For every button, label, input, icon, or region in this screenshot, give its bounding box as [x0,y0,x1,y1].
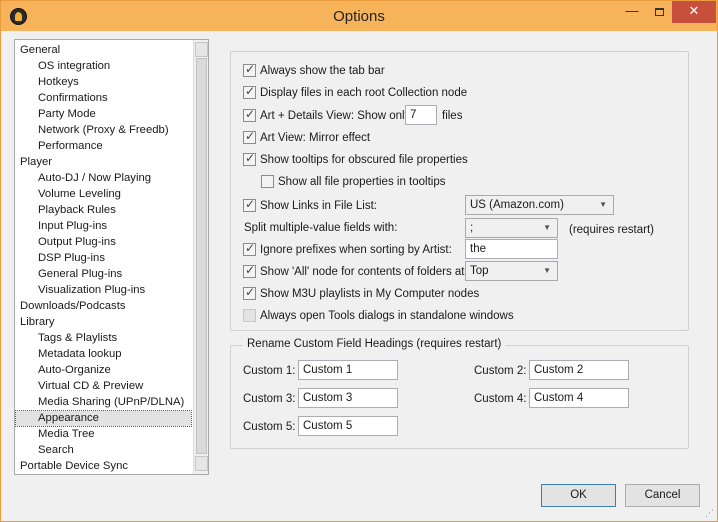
tree-item[interactable]: Network (Proxy & Freedb) [38,123,169,138]
tooltips-checkbox[interactable] [243,151,256,166]
all-node-value: Top [470,265,489,277]
tab-bar-checkbox[interactable] [243,62,256,77]
mirror-effect-checkbox[interactable] [243,129,256,144]
all-properties-checkbox[interactable] [261,175,274,188]
root-files-label: Display files in each root Collection no… [260,87,468,99]
art-details-count-input[interactable]: 7 [405,105,437,125]
custom-4-input[interactable]: Custom 4 [529,388,629,408]
title-bar[interactable]: Options — ✕ [1,1,717,31]
tree-item[interactable]: Portable Device Sync [20,459,128,474]
ok-button[interactable]: OK [541,484,616,507]
art-details-suffix: files [442,110,463,122]
links-label: Show Links in File List: [260,200,377,212]
all-node-dropdown[interactable]: Top ▼ [465,261,558,281]
chevron-down-icon: ▼ [543,223,551,232]
ignore-prefixes-label: Ignore prefixes when sorting by Artist: [260,244,452,256]
maximize-icon [654,7,664,16]
custom-3-label: Custom 3: [243,393,296,405]
tree-item[interactable]: Playback Rules [38,203,116,218]
rename-group-legend: Rename Custom Field Headings (requires r… [243,338,506,350]
scroll-down-button[interactable] [195,456,208,471]
tree-item[interactable]: General Plug-ins [38,267,122,282]
tree-item[interactable]: Downloads/Podcasts [20,299,126,314]
tree-item[interactable]: Hotkeys [38,75,79,90]
custom-1-label: Custom 1: [243,365,296,377]
tree-item[interactable]: General [20,43,60,58]
split-fields-note: (requires restart) [569,224,654,236]
tooltips-label: Show tooltips for obscured file properti… [260,154,468,166]
tree-item[interactable]: Confirmations [38,91,108,106]
tree-item[interactable]: Player [20,155,52,170]
close-button[interactable]: ✕ [672,1,716,23]
options-window: Options — ✕ General OS integration Hotkeys… [0,0,718,522]
tools-dialogs-checkbox[interactable] [243,309,256,322]
custom-5-input[interactable]: Custom 5 [298,416,398,436]
scroll-thumb[interactable] [196,58,207,454]
ignore-prefixes-input[interactable]: the [465,239,558,259]
tools-dialogs-label: Always open Tools dialogs in standalone … [260,310,514,322]
tree-item[interactable]: Media Sharing (UPnP/DLNA) [38,395,184,410]
art-details-checkbox[interactable] [243,107,256,122]
options-tree[interactable]: General OS integration Hotkeys Confirmation… [14,39,209,475]
tab-bar-label: Always show the tab bar [260,65,385,77]
split-fields-value: ; [470,222,474,234]
tree-item[interactable]: Input Plug-ins [38,219,107,234]
tree-item[interactable]: Performance [38,139,103,154]
all-properties-label: Show all file properties in tooltips [278,176,446,188]
tree-scrollbar[interactable] [193,40,208,474]
custom-3-input[interactable]: Custom 3 [298,388,398,408]
scroll-up-button[interactable] [195,42,208,57]
custom-4-label: Custom 4: [474,393,527,405]
tree-item[interactable]: Visualization Plug-ins [38,283,145,298]
tree-item[interactable]: Library [20,315,55,330]
root-files-checkbox[interactable] [243,84,256,99]
mirror-effect-label: Art View: Mirror effect [260,132,371,144]
custom-1-input[interactable]: Custom 1 [298,360,398,380]
tree-item[interactable]: Search [38,443,74,458]
split-fields-dropdown[interactable]: ; ▼ [465,218,558,238]
tree-item[interactable]: Volume Leveling [38,187,121,202]
tree-item[interactable]: OS integration [38,59,110,74]
tree-item[interactable]: Output Plug-ins [38,235,116,250]
tree-item[interactable]: Party Mode [38,107,96,122]
window-title: Options [333,8,385,25]
ignore-prefixes-checkbox[interactable] [243,241,256,256]
links-dropdown-value: US (Amazon.com) [470,199,564,211]
tree-item[interactable]: Auto-DJ / Now Playing [38,171,151,186]
tree-item[interactable]: DSP Plug-ins [38,251,105,266]
cancel-button[interactable]: Cancel [625,484,700,507]
tree-item[interactable]: Appearance [15,410,192,427]
m3u-label: Show M3U playlists in My Computer nodes [260,288,480,300]
links-checkbox[interactable] [243,197,256,212]
resize-grip-icon[interactable]: ⋰ [705,509,715,519]
art-details-label: Art + Details View: Show only [260,110,411,122]
chevron-down-icon: ▼ [599,200,607,209]
custom-2-label: Custom 2: [474,365,527,377]
tree-item[interactable]: Auto-Organize [38,363,111,378]
tree-item[interactable]: Tags & Playlists [38,331,117,346]
maximize-button[interactable] [646,1,672,23]
tree-item[interactable]: Metadata lookup [38,347,122,362]
tree-item[interactable]: Media Tree [38,427,95,442]
appearance-options-group: Always show the tab bar Display files in… [230,51,689,331]
all-node-label: Show 'All' node for contents of folders … [260,266,465,278]
custom-5-label: Custom 5: [243,421,296,433]
all-node-checkbox[interactable] [243,263,256,278]
custom-2-input[interactable]: Custom 2 [529,360,629,380]
rename-custom-fields-group: Rename Custom Field Headings (requires r… [230,338,689,449]
tree-item[interactable]: Virtual CD & Preview [38,379,143,394]
minimize-button[interactable]: — [618,1,646,23]
links-dropdown[interactable]: US (Amazon.com) ▼ [465,195,614,215]
m3u-checkbox[interactable] [243,285,256,300]
split-fields-label: Split multiple-value fields with: [244,222,398,234]
chevron-down-icon: ▼ [543,266,551,275]
